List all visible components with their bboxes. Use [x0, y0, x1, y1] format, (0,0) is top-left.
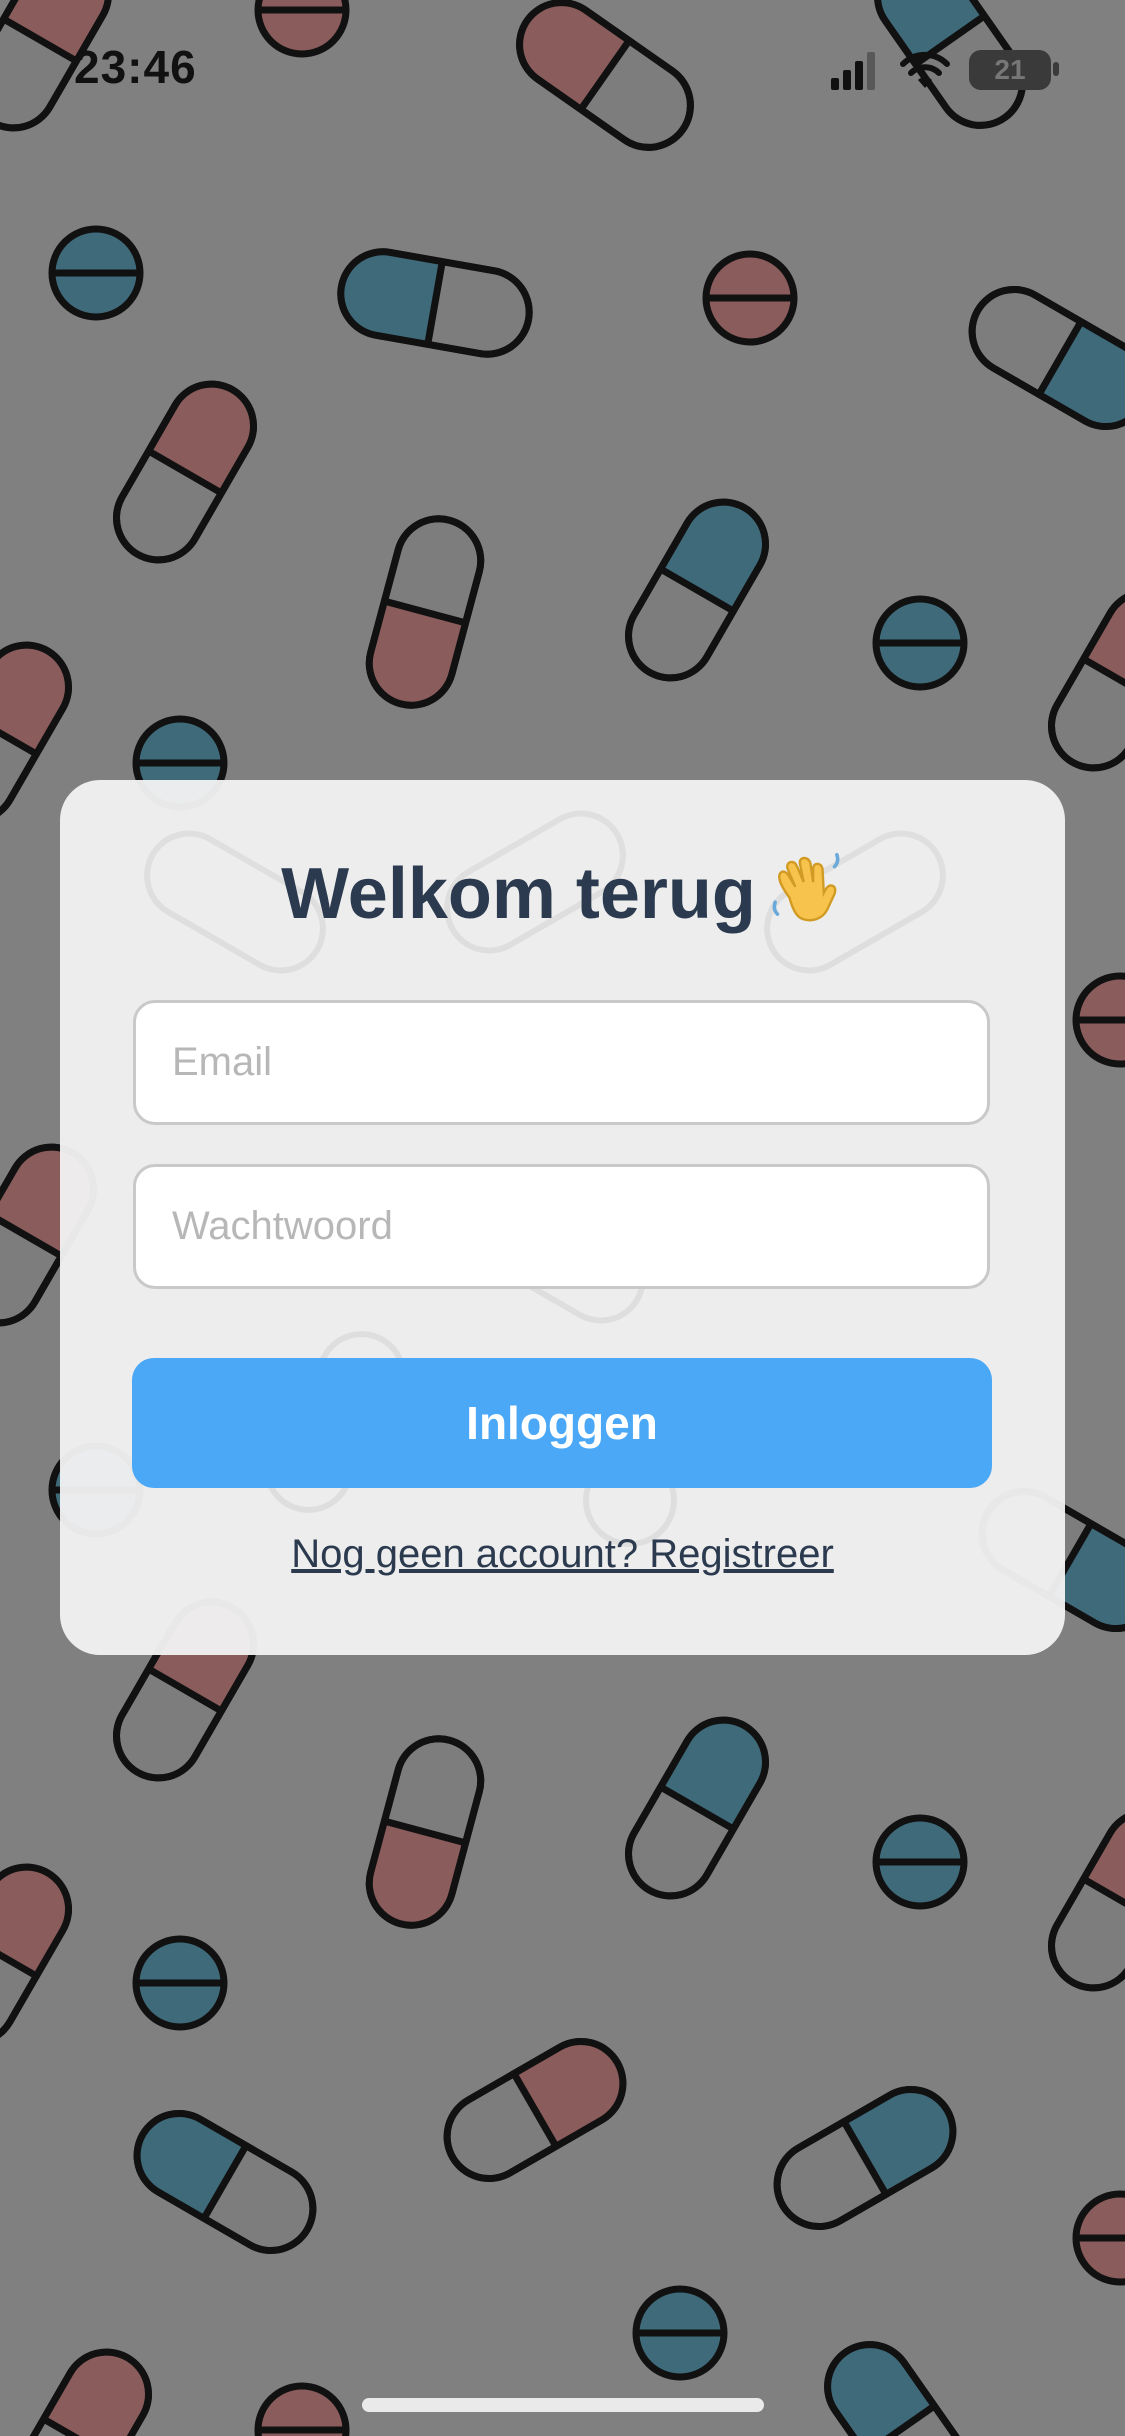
- login-button[interactable]: Inloggen: [132, 1358, 992, 1488]
- waving-hand-icon: [772, 852, 840, 922]
- login-title: Welkom terug: [60, 850, 1065, 935]
- register-link[interactable]: Nog geen account? Registreer: [60, 1532, 1065, 1577]
- status-time: 23:46: [74, 41, 197, 93]
- battery-tip: [1053, 62, 1059, 76]
- home-indicator[interactable]: [362, 2398, 764, 2412]
- status-icons: 21: [829, 48, 1079, 96]
- login-card: Welkom terug Inloggen Nog geen account? …: [60, 780, 1065, 1655]
- battery-level: 21: [994, 54, 1026, 85]
- signal-icon: [831, 52, 875, 90]
- status-bar: 23:46 21: [0, 0, 1125, 135]
- login-screen: 23:46 21 Welkom terug Email Inloggen Nog…: [0, 0, 1125, 2436]
- email-field[interactable]: [133, 1000, 990, 1125]
- battery-icon: 21: [969, 50, 1051, 90]
- password-field[interactable]: [133, 1164, 990, 1289]
- login-title-text: Welkom terug: [281, 854, 756, 934]
- wifi-icon: [900, 51, 950, 88]
